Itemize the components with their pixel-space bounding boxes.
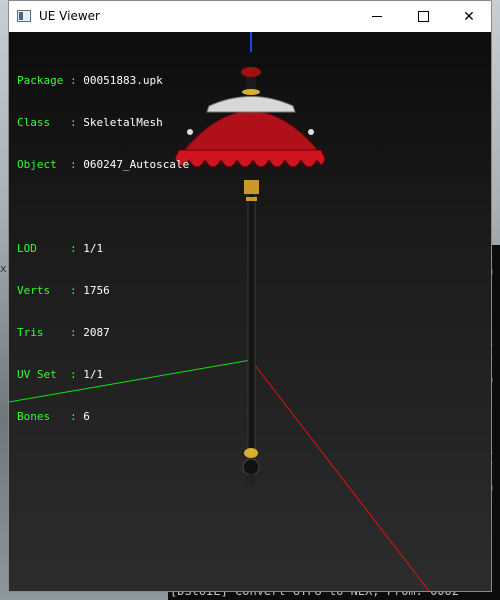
info-row-uvset: UV Set : 1/1 (17, 368, 189, 382)
handle-knob (242, 458, 260, 476)
shaft-ring-upper (244, 180, 259, 194)
info-row-verts: Verts : 1756 (17, 284, 189, 298)
info-label: Bones (17, 410, 64, 423)
info-row-class: Class : SkeletalMesh (17, 116, 189, 130)
umbrella-shaft (247, 191, 256, 463)
title-bar[interactable]: UE Viewer ✕ (9, 1, 491, 32)
maximize-button[interactable] (400, 1, 446, 32)
info-label: LOD (17, 242, 64, 255)
top-gold-accent (242, 89, 260, 95)
info-value: 1756 (83, 284, 110, 297)
3d-viewport[interactable]: Package : 00051883.upk Class : SkeletalM… (9, 32, 491, 591)
info-row-lod: LOD : 1/1 (17, 242, 189, 256)
info-value: 1/1 (83, 368, 104, 381)
info-row-bones: Bones : 6 (17, 410, 189, 424)
info-separator: : (69, 116, 77, 129)
info-separator: : (69, 368, 77, 381)
window-title: UE Viewer (39, 9, 100, 23)
top-bow (241, 67, 261, 77)
handle-tip (246, 474, 256, 484)
info-value: 060247_Autoscale (83, 158, 190, 171)
info-separator: : (69, 158, 77, 171)
background-window-mark: x (0, 262, 7, 275)
info-label: Class (17, 116, 64, 129)
info-separator: : (69, 326, 77, 339)
info-label: UV Set (17, 368, 64, 381)
app-icon (17, 10, 31, 22)
info-value: 6 (83, 410, 90, 423)
handle-collar (244, 448, 258, 458)
info-value: 1/1 (83, 242, 104, 255)
info-value: SkeletalMesh (83, 116, 163, 129)
info-separator: : (69, 284, 77, 297)
info-value: 00051883.upk (83, 74, 163, 87)
info-separator: : (69, 74, 77, 87)
close-icon: ✕ (463, 8, 475, 25)
canopy-frill (174, 149, 326, 168)
info-row-object: Object : 060247_Autoscale (17, 158, 189, 172)
canopy-bead-right (308, 129, 314, 135)
close-button[interactable]: ✕ (446, 1, 492, 32)
info-row-tris: Tris : 2087 (17, 326, 189, 340)
info-label: Package (17, 74, 64, 87)
shaft-ring-mid (246, 197, 257, 201)
x-axis-line (250, 359, 430, 591)
ue-viewer-window[interactable]: UE Viewer ✕ Package: 00051883.upk Class… (8, 0, 492, 592)
mesh-info-overlay: Package : 00051883.upk Class : SkeletalM… (17, 46, 189, 452)
canopy-lace (206, 96, 296, 113)
maximize-icon (417, 11, 429, 22)
minimize-icon (372, 16, 382, 17)
info-value: 2087 (83, 326, 110, 339)
info-separator: : (69, 410, 77, 423)
info-label: Verts (17, 284, 64, 297)
info-label: Tris (17, 326, 64, 339)
info-separator: : (69, 242, 77, 255)
info-row-package: Package : 00051883.upk (17, 74, 189, 88)
minimize-button[interactable] (354, 1, 400, 32)
info-label: Object (17, 158, 64, 171)
